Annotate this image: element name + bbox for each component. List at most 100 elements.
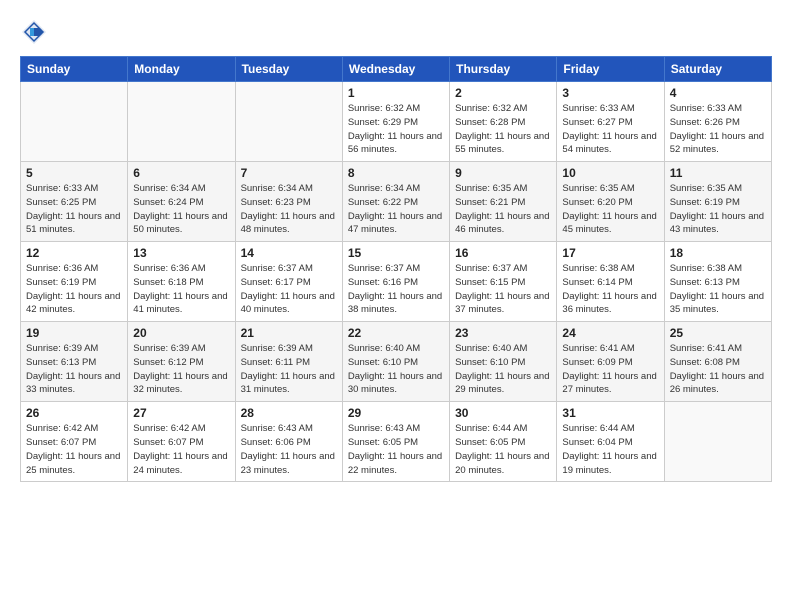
- day-info: Sunrise: 6:39 AM Sunset: 6:11 PM Dayligh…: [241, 342, 337, 397]
- weekday-header-row: SundayMondayTuesdayWednesdayThursdayFrid…: [21, 57, 772, 82]
- calendar-day-7: 7 Sunrise: 6:34 AM Sunset: 6:23 PM Daylig…: [235, 162, 342, 242]
- calendar-day-26: 26 Sunrise: 6:42 AM Sunset: 6:07 PM Dayli…: [21, 402, 128, 482]
- header: [20, 18, 772, 46]
- calendar-day-25: 25 Sunrise: 6:41 AM Sunset: 6:08 PM Dayli…: [664, 322, 771, 402]
- calendar-day-19: 19 Sunrise: 6:39 AM Sunset: 6:13 PM Dayli…: [21, 322, 128, 402]
- day-number: 31: [562, 406, 658, 420]
- day-info: Sunrise: 6:40 AM Sunset: 6:10 PM Dayligh…: [455, 342, 551, 397]
- day-number: 2: [455, 86, 551, 100]
- calendar-day-17: 17 Sunrise: 6:38 AM Sunset: 6:14 PM Dayli…: [557, 242, 664, 322]
- day-number: 7: [241, 166, 337, 180]
- calendar-week-row: 5 Sunrise: 6:33 AM Sunset: 6:25 PM Daylig…: [21, 162, 772, 242]
- day-number: 15: [348, 246, 444, 260]
- calendar-day-15: 15 Sunrise: 6:37 AM Sunset: 6:16 PM Dayli…: [342, 242, 449, 322]
- calendar-week-row: 12 Sunrise: 6:36 AM Sunset: 6:19 PM Dayli…: [21, 242, 772, 322]
- calendar-day-16: 16 Sunrise: 6:37 AM Sunset: 6:15 PM Dayli…: [450, 242, 557, 322]
- day-info: Sunrise: 6:37 AM Sunset: 6:16 PM Dayligh…: [348, 262, 444, 317]
- calendar-day-14: 14Sunrise: 6:37 AM Sunset: 6:17 PM Dayli…: [235, 242, 342, 322]
- calendar-day-8: 8 Sunrise: 6:34 AM Sunset: 6:22 PM Daylig…: [342, 162, 449, 242]
- day-info: Sunrise: 6:43 AM Sunset: 6:06 PM Dayligh…: [241, 422, 337, 477]
- day-number: 28: [241, 406, 337, 420]
- page: SundayMondayTuesdayWednesdayThursdayFrid…: [0, 0, 792, 612]
- day-number: 19: [26, 326, 122, 340]
- day-number: 17: [562, 246, 658, 260]
- day-number: 22: [348, 326, 444, 340]
- day-info: Sunrise: 6:32 AM Sunset: 6:29 PM Dayligh…: [348, 102, 444, 157]
- day-number: 18: [670, 246, 766, 260]
- day-number: 8: [348, 166, 444, 180]
- calendar-day-24: 24 Sunrise: 6:41 AM Sunset: 6:09 PM Dayli…: [557, 322, 664, 402]
- calendar-day-21: 21Sunrise: 6:39 AM Sunset: 6:11 PM Dayli…: [235, 322, 342, 402]
- day-number: 10: [562, 166, 658, 180]
- day-info: Sunrise: 6:42 AM Sunset: 6:07 PM Dayligh…: [26, 422, 122, 477]
- day-info: Sunrise: 6:44 AM Sunset: 6:05 PM Dayligh…: [455, 422, 551, 477]
- day-info: Sunrise: 6:39 AM Sunset: 6:13 PM Dayligh…: [26, 342, 122, 397]
- calendar-day-22: 22 Sunrise: 6:40 AM Sunset: 6:10 PM Dayli…: [342, 322, 449, 402]
- calendar-day-3: 3Sunrise: 6:33 AM Sunset: 6:27 PM Daylig…: [557, 82, 664, 162]
- day-number: 12: [26, 246, 122, 260]
- day-info: Sunrise: 6:32 AM Sunset: 6:28 PM Dayligh…: [455, 102, 551, 157]
- calendar-day-20: 20 Sunrise: 6:39 AM Sunset: 6:12 PM Dayli…: [128, 322, 235, 402]
- calendar-table: SundayMondayTuesdayWednesdayThursdayFrid…: [20, 56, 772, 482]
- weekday-header-friday: Friday: [557, 57, 664, 82]
- day-number: 13: [133, 246, 229, 260]
- logo-icon: [20, 18, 48, 46]
- logo: [20, 18, 52, 46]
- weekday-header-wednesday: Wednesday: [342, 57, 449, 82]
- day-number: 26: [26, 406, 122, 420]
- day-number: 25: [670, 326, 766, 340]
- empty-day-cell: [21, 82, 128, 162]
- calendar-day-27: 27Sunrise: 6:42 AM Sunset: 6:07 PM Dayli…: [128, 402, 235, 482]
- calendar-day-1: 1 Sunrise: 6:32 AM Sunset: 6:29 PM Daylig…: [342, 82, 449, 162]
- calendar-day-11: 11 Sunrise: 6:35 AM Sunset: 6:19 PM Dayli…: [664, 162, 771, 242]
- day-info: Sunrise: 6:35 AM Sunset: 6:19 PM Dayligh…: [670, 182, 766, 237]
- day-number: 4: [670, 86, 766, 100]
- day-number: 24: [562, 326, 658, 340]
- weekday-header-sunday: Sunday: [21, 57, 128, 82]
- empty-day-cell: [128, 82, 235, 162]
- day-info: Sunrise: 6:43 AM Sunset: 6:05 PM Dayligh…: [348, 422, 444, 477]
- day-info: Sunrise: 6:37 AM Sunset: 6:15 PM Dayligh…: [455, 262, 551, 317]
- calendar-day-4: 4 Sunrise: 6:33 AM Sunset: 6:26 PM Daylig…: [664, 82, 771, 162]
- day-info: Sunrise: 6:38 AM Sunset: 6:13 PM Dayligh…: [670, 262, 766, 317]
- calendar-week-row: 1 Sunrise: 6:32 AM Sunset: 6:29 PM Daylig…: [21, 82, 772, 162]
- calendar-day-23: 23 Sunrise: 6:40 AM Sunset: 6:10 PM Dayli…: [450, 322, 557, 402]
- calendar-day-28: 28 Sunrise: 6:43 AM Sunset: 6:06 PM Dayli…: [235, 402, 342, 482]
- calendar-day-29: 29Sunrise: 6:43 AM Sunset: 6:05 PM Dayli…: [342, 402, 449, 482]
- calendar-day-30: 30 Sunrise: 6:44 AM Sunset: 6:05 PM Dayli…: [450, 402, 557, 482]
- day-info: Sunrise: 6:39 AM Sunset: 6:12 PM Dayligh…: [133, 342, 229, 397]
- day-number: 11: [670, 166, 766, 180]
- day-info: Sunrise: 6:36 AM Sunset: 6:19 PM Dayligh…: [26, 262, 122, 317]
- calendar-day-9: 9Sunrise: 6:35 AM Sunset: 6:21 PM Daylig…: [450, 162, 557, 242]
- calendar-day-5: 5 Sunrise: 6:33 AM Sunset: 6:25 PM Daylig…: [21, 162, 128, 242]
- weekday-header-thursday: Thursday: [450, 57, 557, 82]
- calendar-day-2: 2 Sunrise: 6:32 AM Sunset: 6:28 PM Daylig…: [450, 82, 557, 162]
- calendar-week-row: 19 Sunrise: 6:39 AM Sunset: 6:13 PM Dayli…: [21, 322, 772, 402]
- weekday-header-saturday: Saturday: [664, 57, 771, 82]
- day-info: Sunrise: 6:33 AM Sunset: 6:25 PM Dayligh…: [26, 182, 122, 237]
- day-info: Sunrise: 6:42 AM Sunset: 6:07 PM Dayligh…: [133, 422, 229, 477]
- day-number: 30: [455, 406, 551, 420]
- day-info: Sunrise: 6:36 AM Sunset: 6:18 PM Dayligh…: [133, 262, 229, 317]
- day-info: Sunrise: 6:41 AM Sunset: 6:09 PM Dayligh…: [562, 342, 658, 397]
- weekday-header-monday: Monday: [128, 57, 235, 82]
- day-info: Sunrise: 6:35 AM Sunset: 6:20 PM Dayligh…: [562, 182, 658, 237]
- calendar-day-12: 12 Sunrise: 6:36 AM Sunset: 6:19 PM Dayli…: [21, 242, 128, 322]
- day-info: Sunrise: 6:33 AM Sunset: 6:26 PM Dayligh…: [670, 102, 766, 157]
- day-number: 23: [455, 326, 551, 340]
- day-number: 5: [26, 166, 122, 180]
- day-info: Sunrise: 6:38 AM Sunset: 6:14 PM Dayligh…: [562, 262, 658, 317]
- weekday-header-tuesday: Tuesday: [235, 57, 342, 82]
- day-info: Sunrise: 6:40 AM Sunset: 6:10 PM Dayligh…: [348, 342, 444, 397]
- day-info: Sunrise: 6:34 AM Sunset: 6:23 PM Dayligh…: [241, 182, 337, 237]
- day-number: 20: [133, 326, 229, 340]
- day-number: 16: [455, 246, 551, 260]
- calendar-day-13: 13 Sunrise: 6:36 AM Sunset: 6:18 PM Dayli…: [128, 242, 235, 322]
- day-number: 1: [348, 86, 444, 100]
- empty-day-cell: [664, 402, 771, 482]
- calendar-day-31: 31Sunrise: 6:44 AM Sunset: 6:04 PM Dayli…: [557, 402, 664, 482]
- day-number: 14: [241, 246, 337, 260]
- day-info: Sunrise: 6:41 AM Sunset: 6:08 PM Dayligh…: [670, 342, 766, 397]
- day-info: Sunrise: 6:34 AM Sunset: 6:22 PM Dayligh…: [348, 182, 444, 237]
- day-info: Sunrise: 6:35 AM Sunset: 6:21 PM Dayligh…: [455, 182, 551, 237]
